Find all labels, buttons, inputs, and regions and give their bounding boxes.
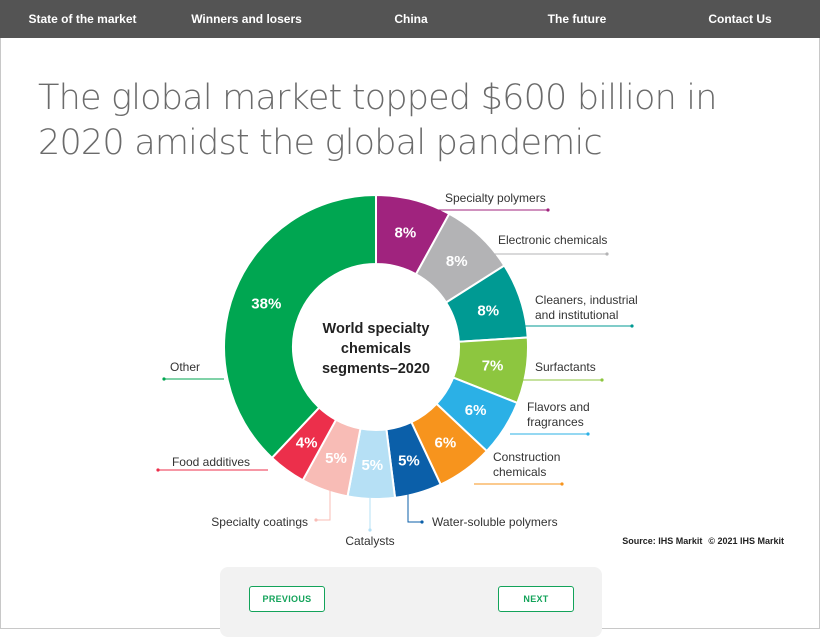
- category-label-flavors-and-fragrances: Flavors and fragrances: [527, 400, 590, 429]
- copyright-text: © 2021 IHS Markit: [708, 536, 784, 546]
- leader-dot-electronic-chemicals: [605, 252, 609, 256]
- source-note: Source: IHS Markit © 2021 IHS Markit: [622, 536, 784, 546]
- percent-label-catalysts: 5%: [361, 457, 383, 474]
- leader-dot-construction-chemicals: [560, 482, 564, 486]
- leader-dot-specialty-polymers: [546, 208, 550, 212]
- leader-dot-flavors-and-fragrances: [586, 432, 590, 436]
- category-label-specialty-coatings: Specialty coatings: [211, 515, 308, 529]
- percent-label-food-additives: 4%: [296, 434, 318, 451]
- chart-center-title: World specialty chemicals segments–2020: [322, 321, 430, 377]
- category-label-other: Other: [170, 360, 200, 374]
- percent-label-specialty-coatings: 5%: [325, 450, 347, 467]
- percent-label-flavors-and-fragrances: 6%: [465, 402, 487, 419]
- pager-panel: PREVIOUS NEXT: [220, 567, 602, 637]
- leader-dot-surfactants: [600, 378, 604, 382]
- category-label-catalysts: Catalysts: [345, 534, 394, 548]
- percent-label-surfactants: 7%: [482, 357, 504, 374]
- category-label-water-soluble-polymers: Water-soluble polymers: [432, 515, 558, 529]
- category-label-electronic-chemicals: Electronic chemicals: [498, 233, 607, 247]
- percent-label-other: 38%: [251, 296, 281, 313]
- percent-label-cleaners-industrial-and-institutional: 8%: [477, 303, 499, 320]
- category-label-specialty-polymers: Specialty polymers: [445, 191, 546, 205]
- percent-label-specialty-polymers: 8%: [395, 225, 417, 242]
- category-label-surfactants: Surfactants: [535, 360, 596, 374]
- percent-label-electronic-chemicals: 8%: [446, 253, 468, 270]
- source-text: Source: IHS Markit: [622, 536, 703, 546]
- category-label-construction-chemicals: Construction chemicals: [493, 450, 560, 479]
- leader-dot-specialty-coatings: [314, 518, 318, 522]
- next-button[interactable]: NEXT: [498, 586, 574, 612]
- percent-label-water-soluble-polymers: 5%: [398, 452, 420, 469]
- leader-dot-food-additives: [156, 468, 160, 472]
- chart-title: World specialty chemicals segments–2020: [322, 321, 430, 377]
- percent-label-construction-chemicals: 6%: [435, 434, 457, 451]
- leader-dot-cleaners-industrial-and-institutional: [630, 324, 634, 328]
- donut-chart: 8% 8% 8% 7% 6% 6% 5% 5% 5% 4% 38% Specialty polyme…: [156, 191, 638, 548]
- category-label-cleaners-industrial-and-institutional: Cleaners, industrial and institutional: [535, 293, 638, 322]
- leader-dot-catalysts: [368, 528, 372, 532]
- category-label-food-additives: Food additives: [172, 455, 250, 469]
- leader-dot-water-soluble-polymers: [420, 520, 424, 524]
- previous-button[interactable]: PREVIOUS: [249, 586, 325, 612]
- leader-dot-other: [162, 377, 166, 381]
